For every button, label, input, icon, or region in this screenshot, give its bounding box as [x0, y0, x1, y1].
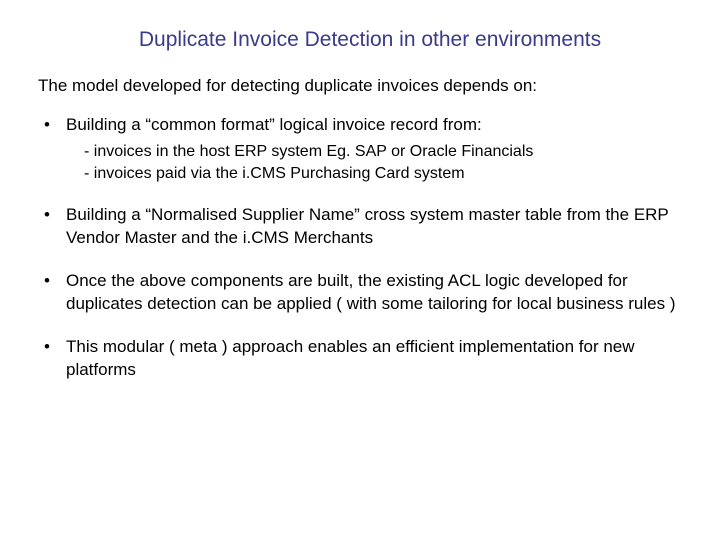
list-item: Once the above components are built, the…: [38, 270, 682, 316]
sub-item: - invoices paid via the i.CMS Purchasing…: [66, 163, 682, 185]
list-item: This modular ( meta ) approach enables a…: [38, 336, 682, 382]
sub-item: - invoices in the host ERP system Eg. SA…: [66, 141, 682, 163]
bullet-text: Building a “common format” logical invoi…: [66, 115, 482, 134]
slide-title: Duplicate Invoice Detection in other env…: [38, 28, 682, 52]
bullet-text: Building a “Normalised Supplier Name” cr…: [66, 205, 668, 247]
sub-list: - invoices in the host ERP system Eg. SA…: [66, 141, 682, 184]
list-item: Building a “Normalised Supplier Name” cr…: [38, 204, 682, 250]
bullet-list: Building a “common format” logical invoi…: [38, 114, 682, 382]
bullet-text: Once the above components are built, the…: [66, 271, 676, 313]
intro-text: The model developed for detecting duplic…: [38, 76, 682, 96]
list-item: Building a “common format” logical invoi…: [38, 114, 682, 184]
bullet-text: This modular ( meta ) approach enables a…: [66, 337, 635, 379]
